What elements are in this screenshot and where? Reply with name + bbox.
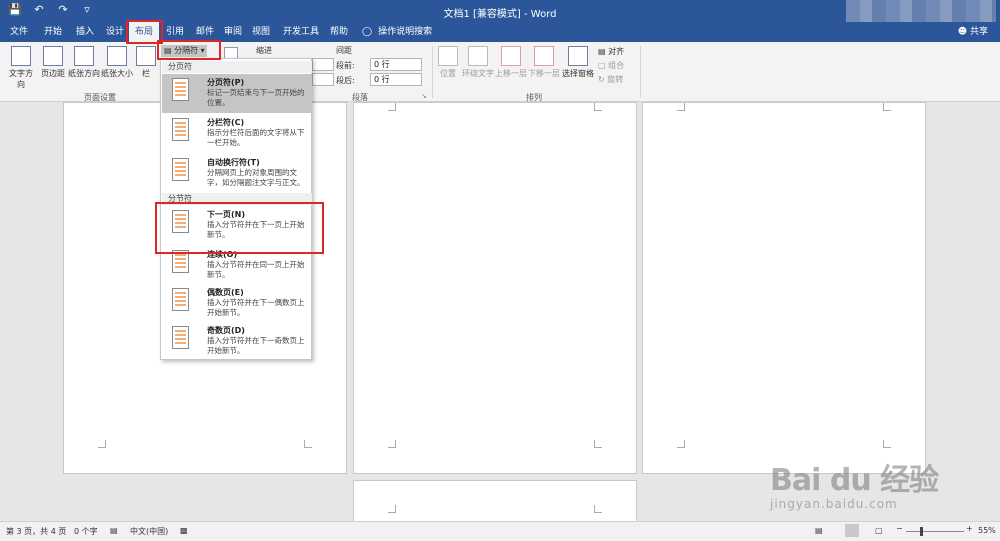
- page-4[interactable]: [353, 480, 637, 521]
- size-button[interactable]: 纸张大小: [101, 46, 133, 79]
- tab-view[interactable]: 视图: [246, 22, 276, 42]
- margin-corner: [883, 440, 891, 448]
- column-break-icon: [172, 118, 189, 141]
- bring-forward-icon: [501, 46, 521, 66]
- read-mode-icon[interactable]: ▤: [815, 526, 823, 535]
- margin-corner: [594, 505, 602, 513]
- break-page-item[interactable]: 分页符(P) 标记一页结束与下一页开始的位置。: [162, 74, 312, 113]
- tell-me-search[interactable]: ◯ 操作说明搜索: [362, 22, 432, 42]
- page-2[interactable]: [353, 102, 637, 474]
- share-button[interactable]: ☻ 共享: [958, 22, 988, 42]
- word-count[interactable]: 0 个字: [74, 526, 98, 537]
- language-indicator[interactable]: 中文(中国): [130, 526, 168, 537]
- zoom-level[interactable]: 55%: [978, 526, 996, 535]
- spacing-after-label: 段后:: [336, 76, 355, 85]
- spacing-after-field[interactable]: 0 行: [370, 73, 422, 86]
- group-icon: ▢: [598, 61, 606, 70]
- selection-pane-icon: [568, 46, 588, 66]
- break-text-wrapping-item[interactable]: 自动换行符(T) 分隔网页上的对象周围的文字，如分隔题注文字与正文。: [162, 154, 312, 194]
- status-bar: 第 3 页，共 4 页 0 个字 ▤ 中文(中国) ▩ ▤ ▢ − + 55%: [0, 521, 1000, 541]
- wrap-text-icon: [468, 46, 488, 66]
- margin-corner: [677, 440, 685, 448]
- columns-button[interactable]: 栏: [136, 46, 156, 79]
- break-column-item[interactable]: 分栏符(C) 指示分栏符后面的文字将从下一栏开始。: [162, 114, 312, 153]
- section-even-page-item[interactable]: 偶数页(E) 插入分节符并在下一偶数页上开始新节。: [162, 284, 312, 322]
- margin-corner: [388, 505, 396, 513]
- margin-corner: [304, 440, 312, 448]
- tab-review[interactable]: 审阅: [218, 22, 248, 42]
- zoom-slider[interactable]: [906, 527, 964, 536]
- page-3[interactable]: [642, 102, 926, 474]
- paper-size-icon: [107, 46, 127, 66]
- page-count[interactable]: 第 3 页，共 4 页: [6, 526, 66, 537]
- spacing-label: 间距: [336, 46, 352, 55]
- baidu-watermark: Bai du 经验 jingyan.baidu.com: [770, 463, 939, 511]
- selection-pane-button[interactable]: 选择窗格: [562, 46, 594, 79]
- tab-home[interactable]: 开始: [38, 22, 68, 42]
- rotate-button[interactable]: ↻ 旋转: [598, 74, 623, 85]
- text-wrapping-break-icon: [172, 158, 189, 181]
- highlight-next-page-item: [155, 202, 324, 254]
- lightbulb-icon: ◯: [362, 27, 373, 37]
- indent-label: 缩进: [256, 46, 272, 55]
- ribbon-separator: [640, 46, 641, 98]
- title-bar: 💾 ↶ ↷ ▿ 文档1 [兼容模式] - Word: [0, 0, 1000, 22]
- spacing-before-label: 段前:: [336, 61, 355, 70]
- section-odd-page-item[interactable]: 奇数页(D) 插入分节符并在下一奇数页上开始新节。: [162, 322, 312, 360]
- tab-mailings[interactable]: 邮件: [190, 22, 220, 42]
- align-icon: ▤: [598, 47, 606, 56]
- zoom-out-icon[interactable]: −: [896, 524, 903, 533]
- zoom-slider-thumb[interactable]: [919, 527, 923, 536]
- odd-page-section-icon: [172, 326, 189, 349]
- columns-icon: [136, 46, 156, 66]
- orientation-icon: [74, 46, 94, 66]
- margin-corner: [594, 103, 602, 111]
- tab-references[interactable]: 引用: [160, 22, 190, 42]
- send-backward-button[interactable]: 下移一层: [528, 46, 560, 79]
- margins-button[interactable]: 页边距: [40, 46, 66, 79]
- send-backward-icon: [534, 46, 554, 66]
- rotate-icon: ↻: [598, 75, 605, 84]
- margins-icon: [43, 46, 63, 66]
- margin-corner: [677, 103, 685, 111]
- wrap-text-button[interactable]: 环绕文字: [461, 46, 495, 79]
- group-button[interactable]: ▢ 组合: [598, 60, 624, 71]
- proofing-icon[interactable]: ▤: [110, 526, 118, 535]
- tab-help[interactable]: 帮助: [324, 22, 354, 42]
- orientation-button[interactable]: 纸张方向: [68, 46, 100, 79]
- margin-corner: [594, 440, 602, 448]
- margin-corner: [883, 103, 891, 111]
- ribbon-separator: [432, 46, 433, 98]
- zoom-in-icon[interactable]: +: [966, 524, 973, 533]
- text-direction-icon: [11, 46, 31, 66]
- even-page-section-icon: [172, 288, 189, 311]
- ribbon-layout: 文字方向 页边距 纸张方向 纸张大小 栏 页面设置 ▤ 分隔符 ▾ 缩进 间距 …: [0, 42, 1000, 102]
- page-breaks-header: 分页符: [162, 61, 312, 73]
- margin-corner: [388, 440, 396, 448]
- tab-insert[interactable]: 插入: [70, 22, 100, 42]
- text-direction-button[interactable]: 文字方向: [6, 46, 36, 90]
- bring-forward-button[interactable]: 上移一层: [495, 46, 527, 79]
- indent-right-spinner[interactable]: [312, 73, 334, 86]
- margin-corner: [388, 103, 396, 111]
- window-controls-blurred: [846, 0, 996, 22]
- macro-icon[interactable]: ▩: [180, 526, 188, 535]
- align-button[interactable]: ▤ 对齐: [598, 46, 624, 57]
- spacing-before-field[interactable]: 0 行: [370, 58, 422, 71]
- paragraph-launcher-icon[interactable]: ↘: [421, 92, 427, 100]
- position-icon: [438, 46, 458, 66]
- tab-developer[interactable]: 开发工具: [279, 22, 323, 42]
- highlight-breaks-button: [157, 40, 221, 60]
- person-icon: ☻: [957, 27, 968, 37]
- indent-left-spinner[interactable]: [312, 58, 334, 71]
- margin-corner: [98, 440, 106, 448]
- position-button[interactable]: 位置: [436, 46, 460, 79]
- page-break-icon: [172, 78, 189, 101]
- web-layout-icon[interactable]: ▢: [875, 526, 883, 535]
- print-layout-icon[interactable]: [845, 524, 859, 537]
- tab-file[interactable]: 文件: [4, 22, 34, 42]
